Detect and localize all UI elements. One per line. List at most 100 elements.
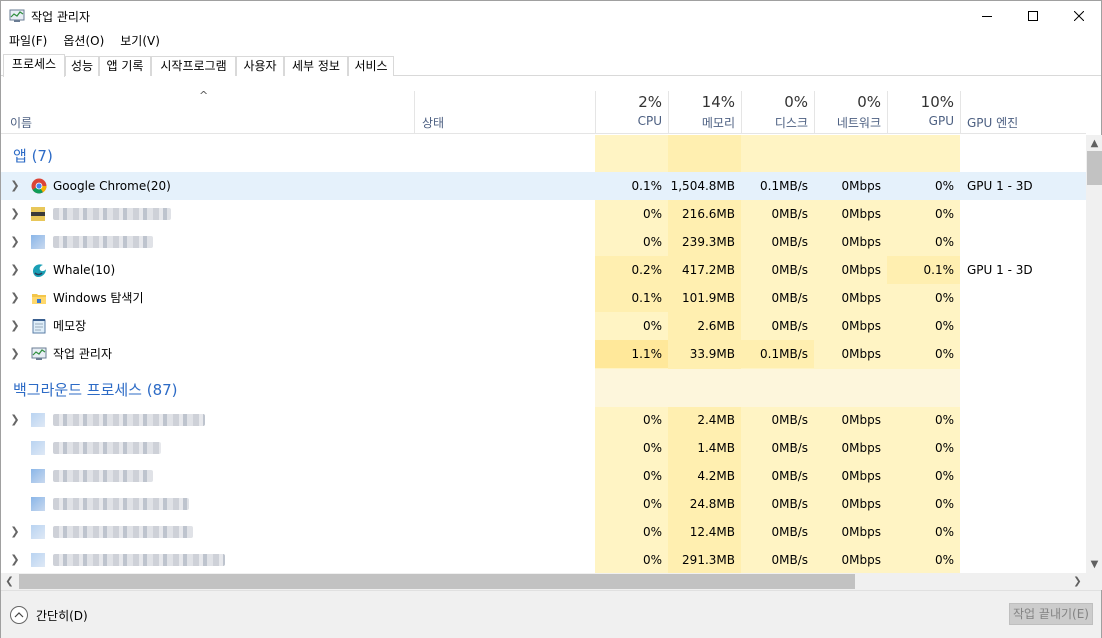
blurred-app-icon <box>31 207 45 221</box>
gpu-cell: 0% <box>934 525 954 539</box>
table-row[interactable]: ❯ 작업 관리자 1.1% 33.9MB 0.1MB/s 0Mbps 0% <box>1 340 1086 368</box>
column-header: ^ 이름 상태 2% CPU 14% 메모리 0% 디스크 0% 네트워크 10… <box>1 89 1086 134</box>
table-row[interactable]: 0% 4.2MB 0MB/s 0Mbps 0% <box>1 462 1086 490</box>
memory-cell: 1,504.8MB <box>670 179 735 193</box>
network-cell: 0Mbps <box>841 263 881 277</box>
header-status[interactable]: 상태 <box>422 114 444 131</box>
scroll-up-icon[interactable]: ▲ <box>1086 135 1102 152</box>
tab-processes[interactable]: 프로세스 <box>3 54 65 77</box>
header-memory-percent[interactable]: 14% <box>670 93 735 111</box>
expand-arrow-icon[interactable]: ❯ <box>9 546 21 573</box>
vertical-scrollbar[interactable] <box>1086 135 1102 573</box>
table-row[interactable]: ❯ Windows 탐색기 0.1% 101.9MB 0MB/s 0Mbps 0… <box>1 284 1086 312</box>
table-row[interactable]: ❯ 메모장 0% 2.6MB 0MB/s 0Mbps 0% <box>1 312 1086 340</box>
gpu-cell: 0% <box>934 553 954 567</box>
menu-file[interactable]: 파일(F) <box>1 31 55 51</box>
minimize-button[interactable] <box>964 1 1010 31</box>
blurred-app-icon <box>31 497 45 511</box>
scroll-right-icon[interactable]: ❯ <box>1069 573 1086 590</box>
blurred-app-icon <box>31 525 45 539</box>
table-row[interactable]: ❯ 0% 216.6MB 0MB/s 0Mbps 0% <box>1 200 1086 228</box>
cpu-cell: 0% <box>642 235 662 249</box>
menu-view[interactable]: 보기(V) <box>112 31 168 51</box>
header-cpu-percent[interactable]: 2% <box>597 93 662 111</box>
process-name: 메모장 <box>53 319 87 333</box>
tab-services[interactable]: 서비스 <box>348 56 394 76</box>
tab-details[interactable]: 세부 정보 <box>284 56 348 76</box>
expand-arrow-icon[interactable]: ❯ <box>9 172 21 200</box>
menu-options[interactable]: 옵션(O) <box>55 31 112 51</box>
memory-cell: 417.2MB <box>682 263 735 277</box>
header-network-percent[interactable]: 0% <box>816 93 881 111</box>
gpu-engine-cell: GPU 1 - 3D <box>967 263 1033 277</box>
blurred-process-name <box>53 236 153 248</box>
header-disk-percent[interactable]: 0% <box>743 93 808 111</box>
blurred-process-name <box>53 498 189 510</box>
column-separator <box>595 91 596 134</box>
tab-performance[interactable]: 성능 <box>65 56 99 76</box>
disk-cell: 0MB/s <box>771 553 808 567</box>
task-manager-window: 작업 관리자 파일(F) 옵션(O) 보기(V) 프로세스 성능 앱 기록 시작… <box>0 0 1102 638</box>
tab-users[interactable]: 사용자 <box>236 56 284 76</box>
scroll-down-icon[interactable]: ▼ <box>1086 556 1102 573</box>
header-disk[interactable]: 디스크 <box>743 114 808 131</box>
group-gap-bg <box>595 369 960 407</box>
maximize-button[interactable] <box>1010 1 1056 31</box>
table-row[interactable]: ❯ 0% 12.4MB 0MB/s 0Mbps 0% <box>1 518 1086 546</box>
tab-startup[interactable]: 시작프로그램 <box>151 56 236 76</box>
disk-cell: 0MB/s <box>771 263 808 277</box>
blurred-app-icon <box>31 413 45 427</box>
expand-arrow-icon[interactable]: ❯ <box>9 228 21 256</box>
header-gpu-percent[interactable]: 10% <box>889 93 954 111</box>
disk-cell: 0MB/s <box>771 525 808 539</box>
task-manager-icon <box>9 9 25 22</box>
expand-arrow-icon[interactable]: ❯ <box>9 284 21 312</box>
blurred-app-icon <box>31 441 45 455</box>
end-task-button[interactable]: 작업 끝내기(E) <box>1009 603 1093 625</box>
blurred-process-name <box>53 414 205 426</box>
tab-app-history[interactable]: 앱 기록 <box>99 56 151 76</box>
vertical-scroll-thumb[interactable] <box>1087 151 1102 185</box>
fewer-details-link[interactable]: 간단히(D) <box>36 607 88 624</box>
blurred-app-icon <box>31 553 45 567</box>
header-network[interactable]: 네트워크 <box>816 114 881 131</box>
expand-arrow-icon[interactable]: ❯ <box>9 256 21 284</box>
table-row[interactable]: ❯ 0% 291.3MB 0MB/s 0Mbps 0% <box>1 546 1086 573</box>
scroll-left-icon[interactable]: ❮ <box>1 573 18 590</box>
gpu-cell: 0.1% <box>923 263 955 277</box>
disk-cell: 0.1MB/s <box>760 179 808 193</box>
scrollbar-corner <box>1086 573 1102 590</box>
network-cell: 0Mbps <box>841 179 881 193</box>
collapse-chevron-icon[interactable] <box>10 606 28 624</box>
close-button[interactable] <box>1056 1 1102 31</box>
blurred-process-name <box>53 208 171 220</box>
table-row[interactable]: ❯ Google Chrome(20) 0.1% 1,504.8MB 0.1MB… <box>1 172 1086 200</box>
header-name[interactable]: 이름 <box>10 114 32 131</box>
table-row[interactable]: ❯ 0% 2.4MB 0MB/s 0Mbps 0% <box>1 406 1086 434</box>
column-separator <box>960 91 961 134</box>
disk-cell: 0MB/s <box>771 413 808 427</box>
title-bar: 작업 관리자 <box>1 1 1101 31</box>
table-row[interactable]: ❯ 0% 239.3MB 0MB/s 0Mbps 0% <box>1 228 1086 256</box>
expand-arrow-icon[interactable]: ❯ <box>9 340 21 368</box>
horizontal-scroll-thumb[interactable] <box>19 574 855 589</box>
expand-arrow-icon[interactable]: ❯ <box>9 200 21 228</box>
memory-cell: 291.3MB <box>682 553 735 567</box>
table-row[interactable]: 0% 24.8MB 0MB/s 0Mbps 0% <box>1 490 1086 518</box>
header-memory[interactable]: 메모리 <box>670 114 735 131</box>
minimize-icon <box>982 16 992 17</box>
menu-bar: 파일(F) 옵션(O) 보기(V) <box>1 31 168 51</box>
header-cpu[interactable]: CPU <box>597 114 662 128</box>
expand-arrow-icon[interactable]: ❯ <box>9 406 21 434</box>
disk-cell: 0MB/s <box>771 441 808 455</box>
process-list: 앱 (7) ❯ Google Chrome(20) 0.1% 1,504.8MB… <box>1 135 1086 573</box>
column-separator <box>668 91 669 134</box>
expand-arrow-icon[interactable]: ❯ <box>9 312 21 340</box>
chrome-icon <box>31 178 47 194</box>
table-row[interactable]: ❯ Whale(10) 0.2% 417.2MB 0MB/s 0Mbps 0.1… <box>1 256 1086 284</box>
expand-arrow-icon[interactable]: ❯ <box>9 518 21 546</box>
header-gpu[interactable]: GPU <box>889 114 954 128</box>
header-gpu-engine[interactable]: GPU 엔진 <box>967 114 1018 131</box>
cpu-cell: 0% <box>642 469 662 483</box>
table-row[interactable]: 0% 1.4MB 0MB/s 0Mbps 0% <box>1 434 1086 462</box>
